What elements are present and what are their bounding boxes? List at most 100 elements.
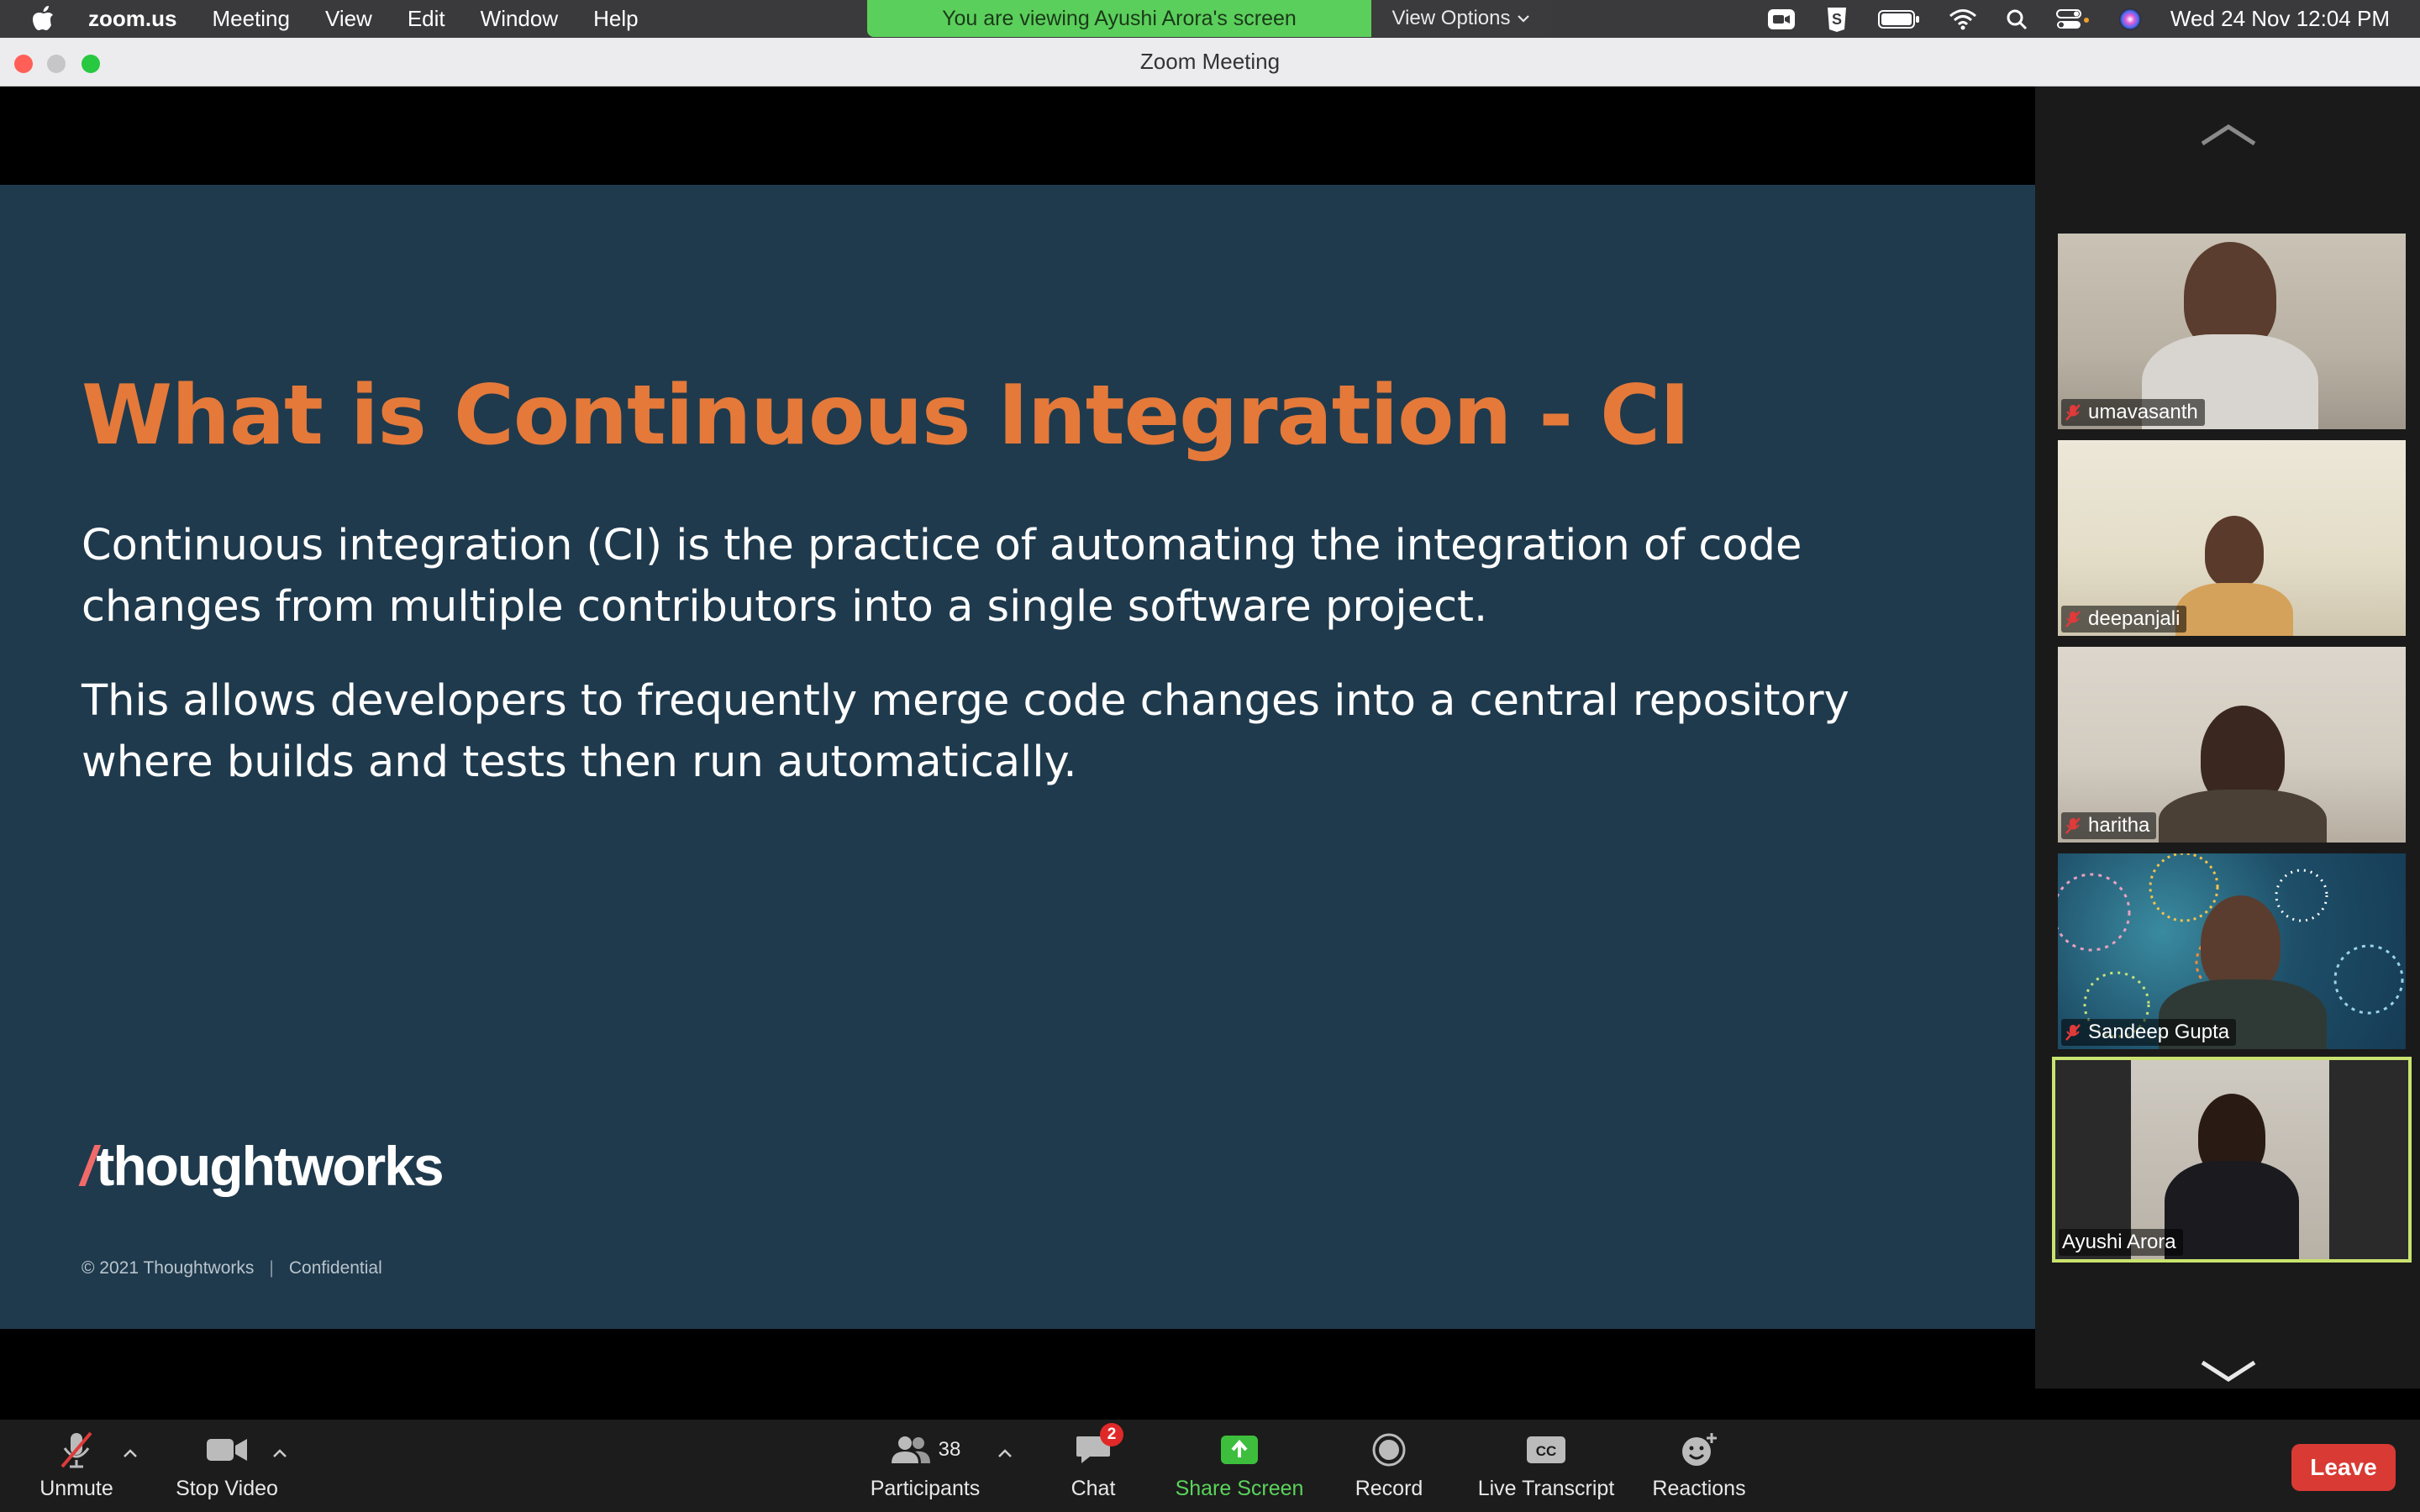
footer-separator: | [269, 1258, 274, 1278]
share-icon-wrap [1219, 1430, 1260, 1470]
chat-button[interactable]: 2 Chat [1022, 1423, 1165, 1507]
video-tile-ayushi-arora[interactable]: Ayushi Arora [2052, 1057, 2412, 1263]
participant-video-body [2159, 790, 2327, 843]
reactions-button[interactable]: Reactions [1628, 1430, 1770, 1507]
window-close-button[interactable] [14, 55, 33, 73]
menu-help[interactable]: Help [593, 6, 638, 32]
unmute-label: Unmute [39, 1477, 113, 1500]
participants-label: Participants [870, 1477, 981, 1500]
menu-meeting[interactable]: Meeting [212, 6, 290, 32]
video-tile-haritha[interactable]: haritha [2058, 647, 2406, 843]
chevron-up-icon[interactable] [2199, 122, 2258, 147]
battery-icon[interactable] [1877, 9, 1920, 29]
chat-icon-wrap: 2 [1075, 1423, 1123, 1470]
zoom-status-icon[interactable] [1767, 8, 1796, 31]
slide-paragraph-1: Continuous integration (CI) is the pract… [82, 521, 1802, 632]
audio-options-caret-icon[interactable] [122, 1446, 139, 1460]
participants-count: 38 [938, 1438, 961, 1461]
meeting-toolbar: Unmute Stop Video 38 Participants 2 Chat… [0, 1420, 2420, 1512]
menu-app-name[interactable]: zoom.us [88, 6, 176, 32]
participant-gallery: umavasanth deepanjali haritha Sandeep Gu… [2035, 87, 2420, 1389]
closed-caption-icon: CC [1527, 1436, 1565, 1463]
screen-share-banner-text: You are viewing Ayushi Arora's screen [942, 6, 1297, 30]
muted-mic-icon [2065, 1024, 2081, 1041]
muted-mic-icon [2065, 817, 2081, 834]
menu-view[interactable]: View [325, 6, 372, 32]
chat-label: Chat [1071, 1477, 1116, 1500]
search-icon[interactable] [2006, 8, 2028, 30]
participant-name-label: Ayushi Arora [2059, 1229, 2183, 1256]
muted-microphone-icon [60, 1431, 92, 1468]
participant-name-label: haritha [2061, 812, 2157, 839]
cc-icon-wrap: CC [1525, 1430, 1567, 1470]
menu-edit[interactable]: Edit [408, 6, 445, 32]
window-title: Zoom Meeting [1139, 49, 1281, 74]
apple-logo-icon[interactable] [30, 5, 55, 32]
share-screen-label: Share Screen [1175, 1477, 1304, 1500]
participant-name-label: Sandeep Gupta [2061, 1019, 2237, 1046]
record-label: Record [1355, 1477, 1423, 1500]
participant-name-label: deepanjali [2061, 606, 2187, 633]
video-options-caret-icon[interactable] [271, 1446, 288, 1460]
participants-options-caret-icon[interactable] [997, 1446, 1013, 1460]
record-icon [1372, 1433, 1406, 1467]
chevron-down-icon[interactable] [2199, 1359, 2258, 1384]
share-screen-button[interactable]: Share Screen [1168, 1430, 1311, 1507]
svg-text:CC: CC [1536, 1443, 1557, 1459]
slide-paragraph-2: This allows developers to frequently mer… [82, 676, 1849, 787]
screen-share-banner: You are viewing Ayushi Arora's screen [867, 0, 1371, 37]
live-transcript-label: Live Transcript [1477, 1477, 1615, 1500]
logo-text: thoughtworks [96, 1135, 444, 1197]
shared-screen-area: What is Continuous Integration - CI Cont… [0, 87, 2035, 1389]
participant-video [2201, 895, 2281, 992]
window-maximize-button[interactable] [82, 55, 100, 73]
reactions-label: Reactions [1652, 1477, 1746, 1500]
participant-video-body [2175, 583, 2293, 636]
muted-mic-icon [2065, 404, 2081, 421]
video-tile-umavasanth[interactable]: umavasanth [2058, 234, 2406, 429]
share-screen-icon [1221, 1436, 1258, 1464]
view-options-label: View Options [1392, 7, 1511, 29]
slide-footer: © 2021 Thoughtworks | Confidential [82, 1258, 382, 1278]
video-icon-wrap [205, 1430, 249, 1470]
participants-button[interactable]: 38 Participants [854, 1430, 997, 1507]
video-tile-deepanjali[interactable]: deepanjali [2058, 440, 2406, 636]
unmute-button[interactable]: Unmute [5, 1430, 148, 1507]
leave-button[interactable]: Leave [2291, 1444, 2396, 1491]
participant-name: Sandeep Gupta [2088, 1021, 2230, 1043]
participant-name: deepanjali [2088, 607, 2181, 630]
menu-window[interactable]: Window [481, 6, 558, 32]
view-options-button[interactable]: View Options [1371, 0, 1551, 37]
participant-name-label: umavasanth [2061, 399, 2205, 426]
record-button[interactable]: Record [1318, 1430, 1460, 1507]
status-bar-icons: S Wed 24 Nov 12:04 PM [1767, 0, 2420, 38]
reactions-icon-wrap [1680, 1430, 1718, 1470]
siri-icon[interactable] [2118, 8, 2142, 31]
participants-icon-wrap: 38 [890, 1430, 961, 1470]
window-title-bar: Zoom Meeting [0, 38, 2420, 87]
participants-icon [891, 1436, 930, 1463]
footer-confidential: Confidential [288, 1258, 382, 1278]
smiley-add-icon [1682, 1433, 1717, 1466]
stop-video-button[interactable]: Stop Video [155, 1430, 298, 1507]
participant-name: umavasanth [2088, 401, 2198, 423]
slide-title: What is Continuous Integration - CI [82, 368, 1691, 464]
thoughtworks-logo: /thoughtworks [81, 1134, 445, 1198]
unmute-icon-wrap [57, 1430, 96, 1470]
live-transcript-button[interactable]: CC Live Transcript [1466, 1430, 1626, 1507]
participant-video-body [2165, 1161, 2299, 1259]
control-center-icon[interactable] [2055, 8, 2090, 30]
menu-bar-clock[interactable]: Wed 24 Nov 12:04 PM [2170, 6, 2390, 32]
window-minimize-button[interactable] [47, 55, 66, 73]
wifi-icon[interactable] [1949, 8, 1977, 30]
video-tile-sandeep-gupta[interactable]: Sandeep Gupta [2058, 853, 2406, 1049]
video-camera-icon [207, 1439, 247, 1461]
participant-video [2205, 516, 2264, 587]
macos-menu-bar: zoom.us Meeting View Edit Window Help Yo… [0, 0, 2420, 38]
stop-video-label: Stop Video [176, 1477, 278, 1500]
svg-text:S: S [1832, 11, 1842, 28]
dollar-s-icon[interactable]: S [1824, 6, 1849, 33]
muted-mic-icon [2065, 611, 2081, 627]
record-icon-wrap [1371, 1430, 1407, 1470]
footer-copyright: © 2021 Thoughtworks [82, 1258, 255, 1278]
